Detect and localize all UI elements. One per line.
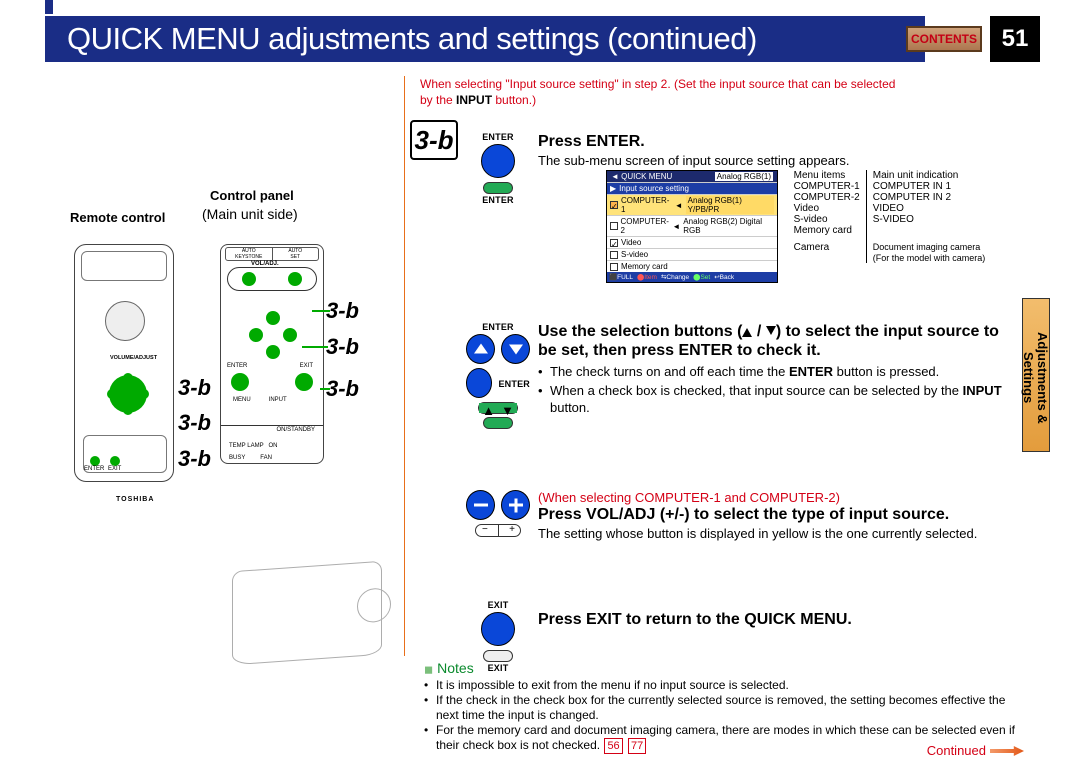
voladj-heading: Press VOL/ADJ (+/-) to select the type o… [538, 505, 1012, 524]
top-warning: When selecting "Input source setting" in… [418, 76, 1012, 108]
select-source-heading: Use the selection buttons ( / ) to selec… [538, 322, 1012, 360]
title-bar: QUICK MENU adjustments and settings (con… [45, 16, 1040, 62]
osd-screenshot: ◄ QUICK MENUAnalog RGB(1) ▶Input source … [606, 170, 778, 283]
control-panel-label: Control panel [210, 188, 294, 203]
exit-button-icon [481, 612, 515, 646]
vertical-divider [404, 76, 405, 656]
triangle-down-icon [766, 326, 776, 335]
voladj-body: The setting whose button is displayed in… [538, 526, 1012, 543]
panel-outline: AUTOKEYSTONE AUTOSET VOL/ADJ. ENTER EXIT… [220, 244, 324, 464]
callout-3b-1: 3-b [326, 298, 359, 324]
panel-voladj-pill: − + [475, 524, 521, 537]
side-tab-label: Adjustments & Settings [1023, 299, 1049, 451]
panel-updown-pill: ▲▼ [478, 402, 518, 414]
page-title: QUICK MENU adjustments and settings (con… [45, 16, 925, 62]
callout-3b-2: 3-b [326, 334, 359, 360]
computer-selection-note: (When selecting COMPUTER-1 and COMPUTER-… [538, 490, 1012, 505]
press-enter-heading: Press ENTER. [538, 132, 1012, 151]
enter-label-top: ENTER [466, 132, 530, 142]
brand-label: TOSHIBA [116, 496, 154, 503]
select-source-note-1: The check turns on and off each time the… [538, 364, 1012, 381]
accent-top [45, 0, 53, 14]
content-area: When selecting "Input source setting" in… [418, 76, 1012, 108]
remote-outline [74, 244, 174, 482]
control-panel-sublabel: (Main unit side) [202, 206, 298, 222]
panel-enter-pill [483, 182, 513, 194]
minus-button-icon [466, 490, 495, 520]
callout-3b-6: 3-b [178, 446, 211, 472]
up-button-icon [466, 334, 495, 364]
projector-illustration [232, 561, 382, 665]
page-ref-56[interactable]: 56 [604, 738, 622, 754]
menu-items-table: Menu itemsMain unit indication COMPUTER-… [788, 170, 1018, 263]
panel-enter-pill-2 [483, 417, 513, 429]
plus-button-icon [501, 490, 530, 520]
continued-label: Continued [927, 743, 1024, 758]
enter-label-bot: ENTER [466, 195, 530, 205]
press-enter-body: The sub-menu screen of input source sett… [538, 153, 1012, 170]
step-voladj: − + (When selecting COMPUTER-1 and COMPU… [418, 490, 1012, 543]
exit-heading: Press EXIT to return to the QUICK MENU. [538, 600, 1012, 629]
page-number: 51 [990, 16, 1040, 62]
exit-label-top: EXIT [466, 600, 530, 610]
submenu-inset: ◄ QUICK MENUAnalog RGB(1) ▶Input source … [606, 170, 1022, 283]
remote-control-label: Remote control [70, 210, 165, 225]
notes-section: Notes It is impossible to exit from the … [424, 660, 1024, 754]
page-ref-77[interactable]: 77 [628, 738, 646, 754]
enter-label-top2: ENTER [466, 322, 530, 332]
notes-heading: Notes [424, 660, 1024, 676]
step-select-source: ENTER ENTER ▲▼ Use the selection buttons… [418, 322, 1012, 417]
note-1: It is impossible to exit from the menu i… [424, 678, 1024, 693]
continued-arrow-icon [990, 746, 1024, 756]
callout-3b-4: 3-b [178, 375, 211, 401]
callout-3b-5: 3-b [178, 410, 211, 436]
callout-3b-3: 3-b [326, 376, 359, 402]
contents-button[interactable]: CONTENTS [906, 26, 982, 52]
select-source-note-2: When a check box is checked, that input … [538, 383, 1012, 417]
down-button-icon [501, 334, 530, 364]
enter-button-icon [481, 144, 515, 178]
enter-button-icon-2 [466, 368, 492, 398]
side-tab-adjustments[interactable]: Adjustments & Settings [1022, 298, 1050, 452]
step-exit: EXIT EXIT Press EXIT to return to the QU… [418, 600, 1012, 646]
note-2: If the check in the check box for the cu… [424, 693, 1024, 723]
triangle-up-icon [742, 328, 752, 337]
